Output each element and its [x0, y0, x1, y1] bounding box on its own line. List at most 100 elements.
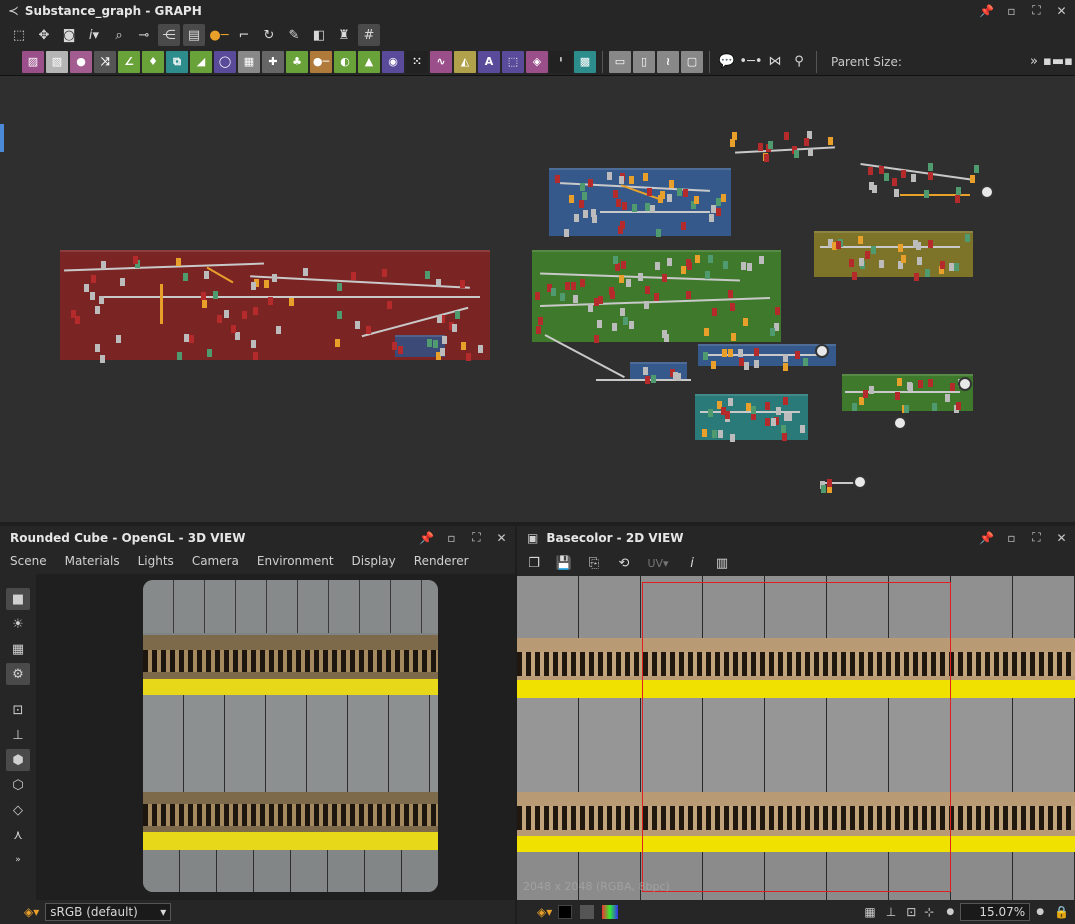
graph-node[interactable]	[621, 260, 627, 269]
input-icon[interactable]: ▭	[609, 50, 631, 73]
graph-node[interactable]	[391, 341, 397, 350]
layers-icon[interactable]: ▤	[183, 24, 205, 46]
pattern-icon[interactable]: ▩	[574, 50, 596, 73]
graph-node[interactable]	[667, 194, 673, 203]
graph-node[interactable]	[901, 169, 907, 178]
output-node[interactable]	[853, 475, 867, 489]
graph-node[interactable]	[964, 234, 970, 243]
graph-node[interactable]	[704, 327, 710, 336]
graph-node[interactable]	[253, 351, 259, 360]
grid-view-icon[interactable]: ▦	[864, 905, 875, 919]
menu-display[interactable]: Display	[352, 554, 396, 568]
axis-icon[interactable]: ⊥	[886, 905, 896, 919]
graph-node[interactable]	[622, 201, 628, 210]
graph-node[interactable]	[924, 268, 930, 277]
graph-node[interactable]	[677, 187, 683, 196]
output-node[interactable]	[980, 185, 994, 199]
noise-icon[interactable]: ⁙	[406, 50, 428, 73]
flow-icon[interactable]: ≀	[657, 50, 679, 73]
graph-node[interactable]	[426, 339, 432, 348]
layers-icon[interactable]: ◈▾	[537, 905, 552, 919]
graph-node[interactable]	[956, 187, 962, 196]
graph-node[interactable]	[580, 183, 586, 191]
graph-node[interactable]	[201, 299, 207, 308]
graph-node[interactable]	[579, 279, 585, 288]
anchor-icon[interactable]: ⚲	[788, 51, 810, 73]
graph-node[interactable]	[907, 381, 913, 390]
frame-icon[interactable]: ▢	[681, 50, 703, 73]
graph-node[interactable]	[953, 262, 959, 271]
graph-node[interactable]	[708, 255, 714, 264]
gradient-icon[interactable]: ◢	[190, 50, 212, 73]
graph-node[interactable]	[667, 258, 673, 267]
graph-node[interactable]	[710, 360, 716, 369]
tiles-icon[interactable]: ▦	[238, 50, 260, 73]
graph-node[interactable]	[619, 176, 625, 185]
graph-node[interactable]	[721, 349, 727, 358]
histogram-icon[interactable]: ▥	[711, 552, 733, 574]
pin-icon[interactable]: •─•	[739, 51, 762, 73]
curve-icon[interactable]: ∠	[118, 50, 140, 73]
graph-node[interactable]	[643, 367, 649, 376]
graph-node[interactable]	[738, 357, 744, 366]
graph-node[interactable]	[213, 291, 219, 299]
graph-node[interactable]	[650, 205, 656, 214]
graph-node[interactable]	[940, 260, 946, 269]
graph-node[interactable]	[870, 245, 876, 254]
menu-scene[interactable]: Scene	[10, 554, 47, 568]
graph-node[interactable]	[242, 311, 248, 320]
float-icon[interactable]: ▫	[1004, 3, 1019, 18]
graph-node[interactable]	[799, 425, 805, 434]
zoom-out-icon[interactable]: ●	[946, 907, 954, 917]
graph-node[interactable]	[662, 274, 668, 283]
output-icon[interactable]: ▯	[633, 50, 655, 73]
graph-node[interactable]	[728, 397, 734, 406]
graph-node[interactable]	[786, 412, 792, 421]
menu-materials[interactable]: Materials	[65, 554, 120, 568]
graph-node[interactable]	[234, 331, 240, 340]
lock-icon[interactable]: 🔒	[1054, 905, 1069, 919]
graph-node[interactable]	[715, 208, 721, 217]
graph-node[interactable]	[708, 214, 714, 223]
graph-node[interactable]	[435, 278, 441, 287]
graph-node[interactable]	[201, 291, 207, 300]
graph-node[interactable]	[776, 406, 782, 415]
channel-grid-icon[interactable]	[580, 905, 595, 919]
graph-node[interactable]	[858, 257, 864, 266]
graph-node[interactable]	[252, 306, 258, 315]
graph-node[interactable]	[868, 385, 874, 394]
graph-node[interactable]	[381, 269, 387, 278]
graph-node[interactable]	[720, 406, 726, 415]
colorspace-select[interactable]: sRGB (default) ▾	[45, 903, 172, 921]
graph-node[interactable]	[904, 404, 910, 413]
graph-node[interactable]	[864, 251, 870, 260]
graph-node[interactable]	[579, 200, 585, 209]
plane-icon[interactable]: ◇	[6, 799, 30, 821]
graph-node[interactable]	[891, 178, 897, 187]
wrench-icon[interactable]: ✎	[283, 24, 305, 46]
graph-node[interactable]	[573, 295, 579, 304]
float-icon[interactable]: ▫	[1004, 530, 1019, 545]
graph-node[interactable]	[955, 402, 961, 411]
graph-node[interactable]	[681, 222, 687, 231]
wire-cube-icon[interactable]: ⬡	[6, 774, 30, 796]
graph-node[interactable]	[852, 271, 858, 280]
graph-node[interactable]	[701, 429, 707, 438]
graph-node[interactable]	[944, 394, 950, 403]
settings-icon[interactable]: ⚙	[6, 663, 30, 685]
graph-node[interactable]	[795, 350, 801, 359]
graph-node[interactable]	[535, 292, 540, 301]
graph-node[interactable]	[927, 240, 933, 249]
float-icon[interactable]: ▫	[444, 530, 459, 545]
graph-node[interactable]	[583, 210, 589, 219]
graph-node[interactable]	[465, 352, 471, 361]
output-node[interactable]	[893, 416, 907, 430]
center-icon[interactable]: ⊹	[924, 905, 934, 919]
graph-node[interactable]	[597, 296, 603, 305]
graph-node[interactable]	[884, 173, 889, 182]
connector-icon[interactable]: ▪▬▪	[1043, 51, 1073, 73]
graph-node[interactable]	[432, 340, 438, 349]
graph-node[interactable]	[751, 405, 757, 414]
move-icon[interactable]: ✥	[33, 24, 55, 46]
graph-node[interactable]	[563, 229, 569, 238]
